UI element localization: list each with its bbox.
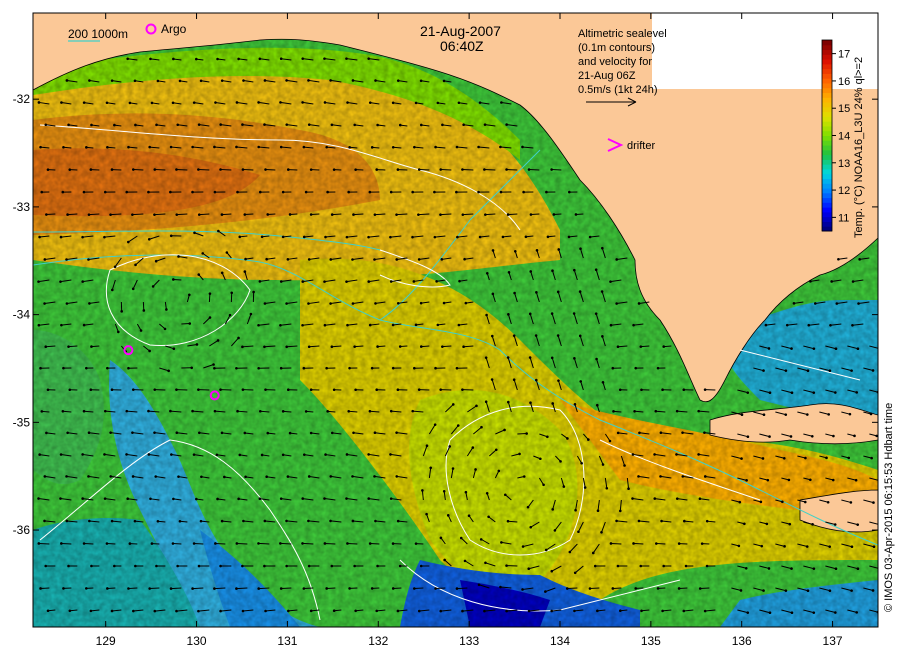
colorbar-tick-label: 12 xyxy=(838,185,850,197)
map-time: 06:40Z xyxy=(440,38,484,54)
colorbar-label: Temp. (°C) NOAA16_L3U 24% ql>=2 xyxy=(853,57,865,238)
colorbar-tick-label: 13 xyxy=(838,158,850,170)
altimetry-line-5: 0.5m/s (1kt 24h) xyxy=(578,84,657,96)
map-plot-area xyxy=(33,13,878,627)
x-tick-label: 137 xyxy=(823,634,843,648)
altimetry-line-2: (0.1m contours) xyxy=(578,42,655,54)
credit-text: © IMOS 03-Apr-2015 06:15:53 Hdbart time xyxy=(883,403,895,612)
map-date: 21-Aug-2007 xyxy=(420,23,501,39)
colorbar-tick-label: 15 xyxy=(838,103,850,115)
x-tick-label: 134 xyxy=(550,634,570,648)
y-tick-label: -35 xyxy=(13,415,31,429)
y-tick-label: -33 xyxy=(13,200,31,214)
altimetry-line-3: and velocity for xyxy=(578,56,652,68)
y-tick-label: -34 xyxy=(13,308,31,322)
x-tick-label: 131 xyxy=(277,634,297,648)
x-tick-label: 129 xyxy=(96,634,116,648)
argo-legend-label: Argo xyxy=(161,22,187,36)
altimetry-line-1: Altimetric sealevel xyxy=(578,28,667,40)
x-tick-label: 133 xyxy=(459,634,479,648)
colorbar-tick-label: 16 xyxy=(838,76,850,88)
contour-legend-label: 200 1000m xyxy=(68,27,128,41)
colorbar-tick-label: 17 xyxy=(838,49,850,61)
colorbar-tick-label: 14 xyxy=(838,131,850,143)
x-tick-label: 136 xyxy=(732,634,752,648)
sst-map: 129 130 131 132 133 134 135 136 137 -32 -33 -34 -35… xyxy=(13,12,895,648)
x-tick-label: 130 xyxy=(187,634,207,648)
y-tick-label: -32 xyxy=(13,92,31,106)
drifter-label: drifter xyxy=(627,140,655,152)
altimetry-line-4: 21-Aug 06Z xyxy=(578,70,636,82)
x-tick-label: 132 xyxy=(368,634,388,648)
colorbar-tick-label: 11 xyxy=(838,212,849,224)
y-tick-label: -36 xyxy=(13,523,31,537)
x-tick-label: 135 xyxy=(641,634,661,648)
